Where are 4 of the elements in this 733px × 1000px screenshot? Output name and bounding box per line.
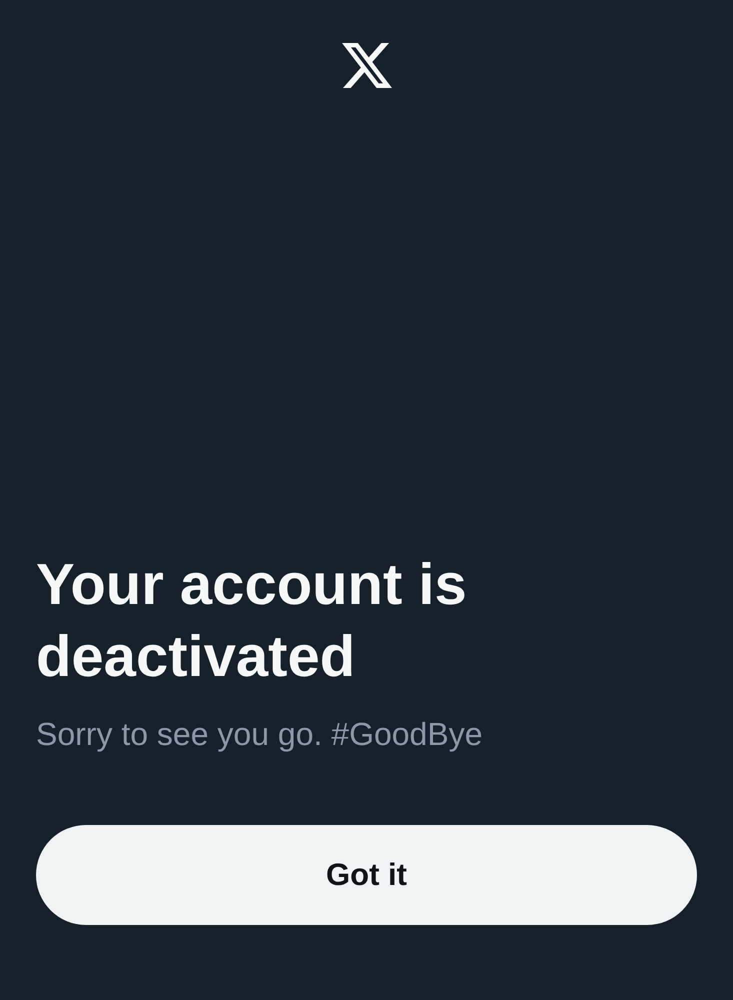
x-logo-icon xyxy=(342,43,392,88)
message-text: Sorry to see you go. #GoodBye xyxy=(36,715,482,754)
got-it-button[interactable]: Got it xyxy=(36,825,697,925)
heading: Your account is deactivated xyxy=(36,551,468,691)
